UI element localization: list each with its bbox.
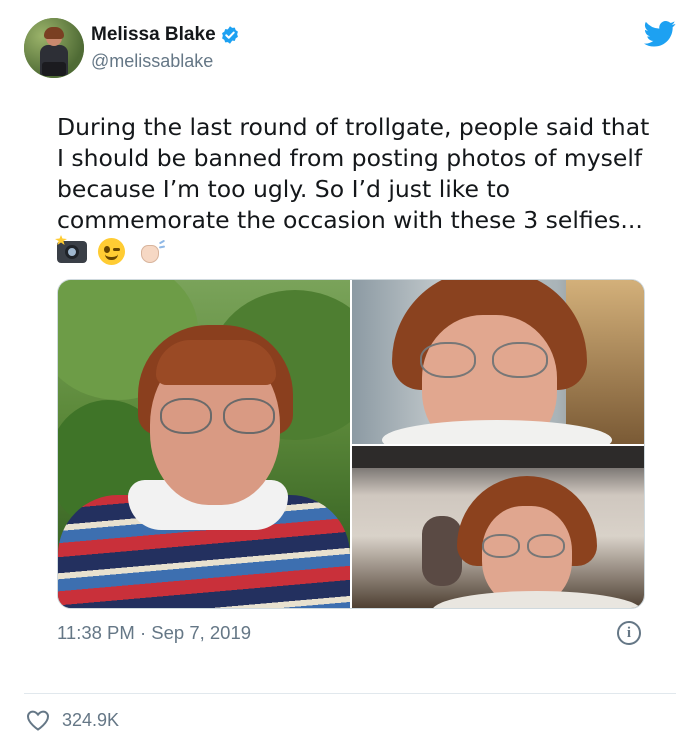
twitter-bird-icon[interactable] [644,20,676,48]
tweet-text: During the last round of trollgate, peop… [55,112,657,267]
like-action[interactable]: 324.9K [26,709,119,731]
info-icon[interactable]: i [617,621,641,645]
tweet-card: Melissa Blake @melissablake During the l… [0,0,700,747]
author-handle[interactable]: @melissablake [91,51,213,72]
waving-hand-icon [137,237,166,265]
tweet-time: 11:38 PM [57,622,135,643]
like-count: 324.9K [62,709,120,730]
winking-face-icon [98,238,126,265]
tweet-body: During the last round of trollgate, peop… [57,113,650,234]
selfie-photo-mall[interactable] [352,280,644,444]
author-name[interactable]: Melissa Blake [91,24,216,46]
avatar[interactable] [24,18,84,78]
divider [24,693,676,694]
selfie-photo-food-court[interactable] [352,446,644,608]
media-grid [57,279,645,609]
tweet-date: Sep 7, 2019 [151,622,252,643]
selfie-photo-park[interactable] [58,280,350,608]
camera-with-flash-icon [55,235,87,263]
heart-icon[interactable] [26,709,50,731]
timestamp-separator: · [139,622,147,643]
author-name-row[interactable]: Melissa Blake [91,24,240,46]
verified-badge-icon [221,26,238,44]
tweet-timestamp[interactable]: 11:38 PM · Sep 7, 2019 [57,622,251,644]
